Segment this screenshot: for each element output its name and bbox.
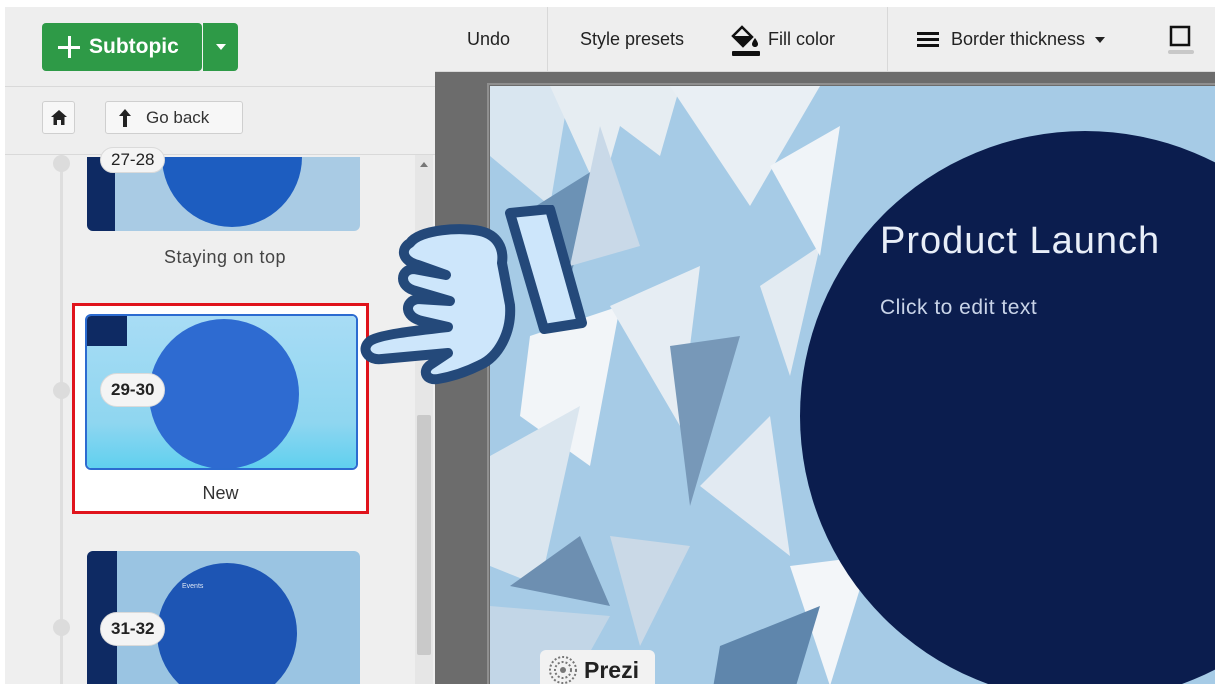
slide-range-badge: 27-28 — [100, 147, 166, 173]
slide-range-badge: 31-32 — [100, 612, 166, 646]
prezi-wordmark: Prezi — [584, 656, 639, 683]
border-style-button[interactable] — [1168, 7, 1194, 72]
prezi-logo: Prezi — [540, 650, 655, 684]
scroll-up-arrow-icon[interactable] — [420, 162, 428, 167]
chevron-down-icon — [215, 44, 226, 50]
add-subtopic-button[interactable]: Subtopic — [42, 23, 203, 71]
timeline-line — [60, 157, 63, 684]
border-thickness-label: Border thickness — [951, 29, 1086, 49]
navigation-row: Go back — [5, 87, 435, 155]
fill-color-label: Fill color — [768, 29, 836, 49]
undo-label: Undo — [467, 29, 511, 49]
undo-button[interactable]: Undo — [467, 7, 510, 72]
border-lines-icon — [917, 31, 939, 47]
border-box-icon — [1168, 25, 1194, 54]
paint-bucket-icon — [731, 24, 760, 56]
go-back-label: Go back — [146, 107, 210, 127]
editor-toolbar: Undo Style presets Fill color Border thi… — [435, 7, 1215, 72]
timeline-dot — [53, 619, 70, 636]
thumbnail-caption: Events — [182, 583, 204, 590]
timeline-dot — [53, 155, 70, 172]
go-back-button[interactable]: Go back — [105, 101, 243, 134]
scrollbar-thumb[interactable] — [417, 415, 431, 655]
subtopic-label: Subtopic — [89, 35, 179, 58]
style-presets-label: Style presets — [580, 29, 685, 49]
subtopic-options-dropdown[interactable] — [203, 23, 238, 71]
chevron-down-icon — [1095, 36, 1106, 43]
slide-title-label: Staying on top — [163, 247, 287, 267]
prezi-emblem-icon — [549, 656, 577, 684]
slide-subtitle[interactable]: Click to edit text — [880, 296, 1037, 320]
home-icon — [50, 110, 67, 125]
plus-icon — [58, 36, 80, 58]
pointing-hand-icon — [360, 205, 587, 385]
slide-title[interactable]: Product Launch — [880, 220, 1160, 263]
timeline-dot — [53, 382, 70, 399]
home-button[interactable] — [42, 101, 75, 134]
slide-title-label: New — [202, 483, 239, 503]
border-thickness-dropdown[interactable]: Border thickness — [917, 7, 1106, 72]
style-presets-button[interactable]: Style presets — [580, 7, 684, 72]
slide-range-badge: 29-30 — [100, 373, 166, 407]
sidebar-header: Subtopic — [5, 7, 435, 87]
back-arrow-icon — [119, 108, 131, 127]
fill-color-button[interactable]: Fill color — [730, 7, 835, 72]
